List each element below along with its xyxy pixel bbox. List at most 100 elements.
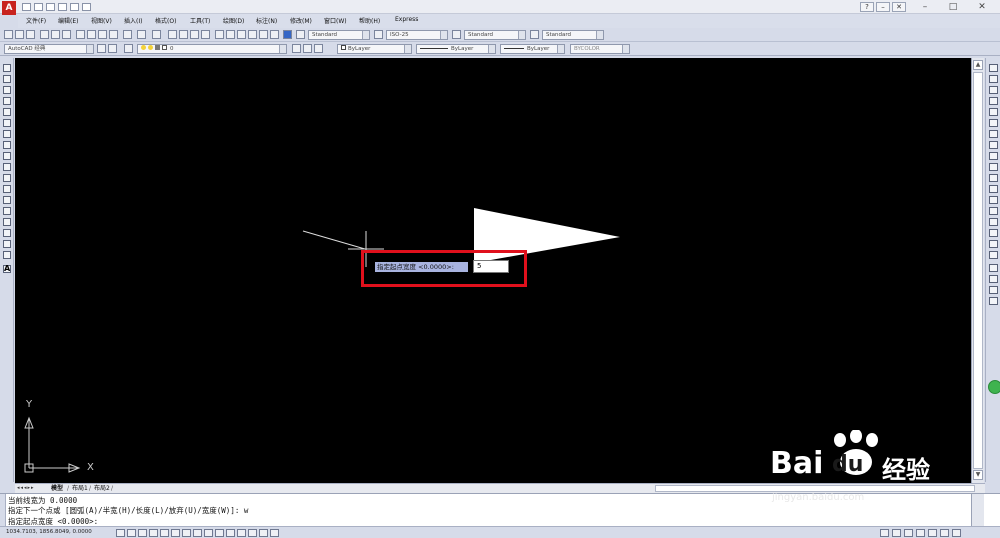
tool-palettes-icon[interactable] [237, 30, 246, 39]
break-icon[interactable] [989, 196, 998, 204]
insert-block-icon[interactable] [3, 185, 11, 193]
vertical-scrollbar[interactable]: ▲ ▼ [971, 58, 984, 483]
tab-nav-arrows-icon[interactable]: ◂◂◂▸▸ [17, 485, 47, 492]
restore-window-button[interactable]: □ [943, 0, 963, 14]
copy-icon[interactable] [87, 30, 96, 39]
explode-icon[interactable] [989, 251, 998, 259]
quick-properties-icon[interactable] [248, 529, 257, 537]
workspace-select[interactable]: AutoCAD 经典 [4, 44, 94, 54]
markup-icon[interactable] [259, 30, 268, 39]
lock-ui-icon[interactable] [916, 529, 925, 537]
table-icon[interactable] [3, 251, 11, 259]
hatch-icon[interactable] [3, 218, 11, 226]
open-file-icon[interactable] [34, 3, 43, 11]
calculator-icon[interactable] [270, 30, 279, 39]
scale-icon[interactable] [989, 141, 998, 149]
close-window-button[interactable]: ✕ [972, 0, 992, 14]
line-icon[interactable] [3, 64, 11, 72]
text-to-front-icon[interactable] [989, 297, 998, 305]
menu-express[interactable]: Express [395, 16, 418, 23]
point-icon[interactable] [3, 207, 11, 215]
layer-previous-icon[interactable] [303, 44, 312, 53]
annotation-scale-icon[interactable] [892, 529, 901, 537]
make-current-layer-icon[interactable] [292, 44, 301, 53]
undo-icon[interactable] [137, 30, 146, 39]
tab-model[interactable]: 模型 [51, 484, 63, 493]
table-style-select[interactable]: Standard [464, 30, 526, 40]
object-snap-icon[interactable] [171, 529, 180, 537]
undo-icon[interactable] [70, 3, 79, 11]
mleader-style-icon[interactable] [530, 30, 539, 39]
menu-view[interactable]: 视图(V) [91, 16, 112, 25]
mleader-style-select[interactable]: Standard [542, 30, 604, 40]
layer-states-icon[interactable] [314, 44, 323, 53]
print-icon[interactable] [58, 3, 67, 11]
zoom-realtime-icon[interactable] [179, 30, 188, 39]
clean-screen-icon[interactable] [952, 529, 961, 537]
stretch-icon[interactable] [989, 152, 998, 160]
cut-icon[interactable] [76, 30, 85, 39]
mirror-icon[interactable] [989, 86, 998, 94]
plotstyle-control-select[interactable]: BYCOLOR [570, 44, 630, 54]
move-icon[interactable] [989, 119, 998, 127]
help-icon[interactable]: ? [860, 2, 874, 12]
help-icon[interactable] [283, 30, 292, 39]
properties-icon[interactable] [215, 30, 224, 39]
object-snap-tracking-icon[interactable] [193, 529, 202, 537]
sheet-set-icon[interactable] [248, 30, 257, 39]
close-document-button[interactable]: ✕ [892, 2, 906, 12]
join-icon[interactable] [989, 207, 998, 215]
draw-order-front-icon[interactable] [989, 275, 998, 283]
spline-icon[interactable] [3, 152, 11, 160]
minimize-window-button[interactable]: – [915, 0, 935, 14]
table-style-icon[interactable] [452, 30, 461, 39]
menu-tools[interactable]: 工具(T) [190, 16, 210, 25]
rotate-icon[interactable] [989, 130, 998, 138]
trim-icon[interactable] [989, 163, 998, 171]
publish-icon[interactable] [62, 30, 71, 39]
grid-display-icon[interactable] [138, 529, 147, 537]
construction-line-icon[interactable] [3, 75, 11, 83]
revision-cloud-icon[interactable] [3, 141, 11, 149]
ortho-mode-icon[interactable] [149, 529, 158, 537]
plot-preview-icon[interactable] [51, 30, 60, 39]
save-icon[interactable] [26, 30, 35, 39]
dim-style-select[interactable]: ISO-25 [386, 30, 448, 40]
make-block-icon[interactable] [3, 196, 11, 204]
fillet-icon[interactable] [989, 229, 998, 237]
draw-order-icon[interactable] [989, 264, 998, 272]
draw-order-back-icon[interactable] [989, 286, 998, 294]
workspace-toggle-icon[interactable] [108, 44, 117, 53]
circle-icon[interactable] [3, 130, 11, 138]
new-file-icon[interactable] [22, 3, 31, 11]
multiline-text-icon[interactable]: A [3, 265, 11, 273]
scroll-up-arrow-icon[interactable]: ▲ [973, 60, 983, 70]
transparency-icon[interactable] [237, 529, 246, 537]
region-icon[interactable] [3, 240, 11, 248]
layer-select[interactable]: 0 [137, 44, 287, 54]
dim-style-icon[interactable] [374, 30, 383, 39]
gradient-icon[interactable] [3, 229, 11, 237]
minimize-document-button[interactable]: – [876, 2, 890, 12]
scroll-down-arrow-icon[interactable]: ▼ [973, 470, 983, 480]
assistant-bubble-icon[interactable] [988, 380, 1000, 394]
linetype-control-select[interactable]: ByLayer [416, 44, 496, 54]
redo-icon[interactable] [152, 30, 161, 39]
workspace-settings-icon[interactable] [97, 44, 106, 53]
polygon-icon[interactable] [3, 97, 11, 105]
chamfer-icon[interactable] [989, 218, 998, 226]
break-at-point-icon[interactable] [989, 185, 998, 193]
dynamic-ucs-icon[interactable] [204, 529, 213, 537]
selection-cycling-icon[interactable] [259, 529, 268, 537]
text-style-select[interactable]: Standard [308, 30, 370, 40]
menu-edit[interactable]: 编辑(E) [58, 16, 78, 25]
design-center-icon[interactable] [226, 30, 235, 39]
command-window-grip[interactable] [0, 494, 6, 527]
blend-curves-icon[interactable] [989, 240, 998, 248]
erase-icon[interactable] [989, 64, 998, 72]
snap-mode-icon[interactable] [127, 529, 136, 537]
tab-layout2[interactable]: 布局2 [94, 484, 110, 493]
plot-icon[interactable] [40, 30, 49, 39]
menu-file[interactable]: 文件(F) [26, 16, 46, 25]
offset-icon[interactable] [989, 97, 998, 105]
